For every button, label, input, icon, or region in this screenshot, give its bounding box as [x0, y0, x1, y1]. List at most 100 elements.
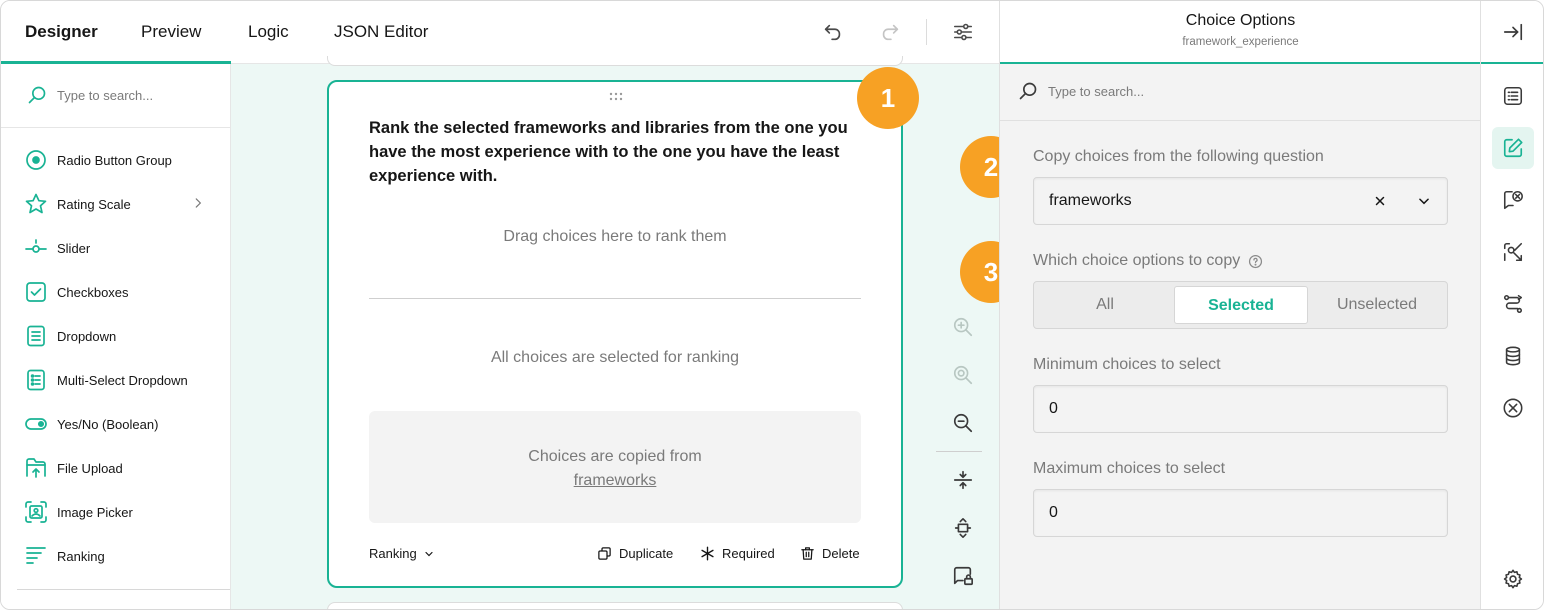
right-sidebar	[1480, 1, 1543, 609]
which-options-label-row: Which choice options to copy	[1033, 252, 1263, 270]
undo-icon[interactable]	[819, 18, 847, 46]
segment-selected[interactable]: Selected	[1174, 286, 1308, 324]
tab-json-editor[interactable]: JSON Editor	[334, 1, 428, 64]
property-search-placeholder: Type to search...	[1048, 84, 1145, 99]
ranking-question-card[interactable]: Rank the selected frameworks and librari…	[327, 80, 903, 588]
boolean-icon	[25, 418, 47, 430]
toolbox-item-label: File Upload	[57, 460, 123, 476]
rating-scale-icon	[25, 193, 47, 214]
tab-designer[interactable]: Designer	[25, 1, 98, 64]
chevron-down-icon	[425, 551, 433, 556]
question-title[interactable]: Rank the selected frameworks and librari…	[369, 116, 859, 188]
collapse-all-icon[interactable]	[949, 466, 977, 494]
delete-label: Delete	[822, 546, 860, 561]
close-circle-icon[interactable]	[1492, 387, 1534, 429]
toolbar-separator	[926, 19, 927, 45]
toolbox-item-slider[interactable]: Slider	[23, 234, 213, 262]
segment-unselected[interactable]: Unselected	[1310, 286, 1444, 324]
toolbox-item-checkboxes[interactable]: Checkboxes	[23, 278, 213, 306]
trash-icon	[801, 547, 814, 560]
ranking-drop-area-text: Drag choices here to rank them	[503, 228, 727, 245]
toolbox-item-image-picker[interactable]: Image Picker	[23, 498, 213, 526]
min-choices-input[interactable]	[1034, 386, 1447, 432]
toolbox-item-rating-scale[interactable]: Rating Scale	[23, 190, 213, 218]
delete-button[interactable]: Delete	[800, 546, 860, 561]
zoom-in-icon[interactable]	[949, 313, 977, 341]
duplicate-label: Duplicate	[619, 546, 674, 561]
settings-sliders-icon[interactable]	[949, 18, 977, 46]
ranking-divider	[369, 298, 861, 299]
toolbox-item-label: Dropdown	[57, 328, 117, 344]
choices-copied-text: Choices are copied from	[528, 448, 702, 465]
top-toolbar: Designer Preview Logic JSON Editor	[1, 1, 999, 64]
toolbox-item-file-upload[interactable]: File Upload	[23, 454, 213, 482]
toolbox-item-label: Image Picker	[57, 504, 133, 520]
toolbox-item-label: Ranking	[57, 548, 105, 564]
conditions-icon[interactable]	[1492, 231, 1534, 273]
redo-icon[interactable]	[876, 18, 904, 46]
question-footer: Ranking Duplicate Required Delete	[369, 546, 861, 566]
toolbox: Type to search... Radio Button Group Rat…	[1, 64, 231, 609]
lock-question-icon[interactable]	[949, 562, 977, 590]
max-choices-label: Maximum choices to select	[1033, 460, 1226, 477]
zoom-out-icon[interactable]	[949, 409, 977, 437]
required-asterisk-icon	[701, 546, 714, 561]
required-toggle[interactable]: Required	[700, 546, 775, 561]
logic-flow-icon[interactable]	[1492, 283, 1534, 325]
copy-choices-value: frameworks	[1049, 192, 1132, 209]
drag-handle-icon[interactable]	[609, 92, 623, 102]
help-icon[interactable]	[1248, 254, 1263, 269]
previous-question-card[interactable]	[327, 56, 903, 66]
question-type-selector[interactable]: Ranking	[369, 546, 435, 561]
required-label: Required	[722, 546, 775, 561]
zoom-to-100-icon[interactable]	[949, 361, 977, 389]
right-sidebar-header	[1481, 1, 1543, 64]
toolbox-item-label: Slider	[57, 240, 91, 256]
max-choices-input[interactable]	[1034, 490, 1447, 536]
which-options-label: Which choice options to copy	[1033, 252, 1241, 269]
toolbox-item-ranking[interactable]: Ranking	[23, 542, 213, 570]
copied-from-question-link[interactable]: frameworks	[574, 472, 657, 489]
toolbox-search-placeholder: Type to search...	[57, 88, 154, 103]
zoom-separator	[936, 451, 982, 452]
segment-all[interactable]: All	[1038, 286, 1172, 324]
general-properties-icon[interactable]	[1492, 75, 1534, 117]
min-choices-label: Minimum choices to select	[1033, 356, 1221, 373]
max-choices-field	[1033, 489, 1448, 537]
property-panel-title: Choice Options	[1185, 12, 1296, 29]
question-type-label: Ranking	[369, 546, 417, 561]
choice-options-icon[interactable]	[1492, 127, 1534, 169]
clear-icon[interactable]	[1374, 195, 1386, 207]
checkboxes-icon	[26, 282, 46, 302]
all-selected-text: All choices are selected for ranking	[490, 349, 740, 366]
toolbox-item-multi-select-dropdown[interactable]: Multi-Select Dropdown	[23, 366, 213, 394]
toolbox-item-boolean[interactable]: Yes/No (Boolean)	[23, 410, 213, 438]
validation-icon[interactable]	[1492, 179, 1534, 221]
data-icon[interactable]	[1492, 335, 1534, 377]
search-icon	[28, 86, 46, 104]
file-upload-icon	[26, 458, 46, 478]
property-panel-subtitle: framework_experience	[1182, 36, 1299, 48]
toolbox-item-radio-button-group[interactable]: Radio Button Group	[23, 146, 213, 174]
toolbox-search[interactable]: Type to search...	[1, 64, 230, 128]
tab-logic[interactable]: Logic	[248, 1, 289, 64]
copy-choices-dropdown[interactable]: frameworks	[1033, 177, 1448, 225]
duplicate-icon	[598, 547, 611, 560]
duplicate-button[interactable]: Duplicate	[597, 546, 673, 561]
next-question-card[interactable]	[327, 602, 903, 609]
choice-options-segmented-control: All Selected Unselected	[1033, 281, 1448, 329]
expand-all-icon[interactable]	[949, 514, 977, 542]
tab-preview[interactable]: Preview	[141, 1, 201, 64]
property-panel: Choice Options framework_experience Type…	[999, 1, 1481, 609]
toolbox-item-dropdown[interactable]: Dropdown	[23, 322, 213, 350]
property-search[interactable]: Type to search...	[1000, 64, 1481, 121]
search-icon	[1019, 82, 1037, 100]
collapse-panel-icon[interactable]	[1492, 11, 1534, 53]
toolbox-item-label: Rating Scale	[57, 196, 131, 212]
toolbox-item-label: Yes/No (Boolean)	[57, 416, 159, 432]
property-panel-header: Choice Options framework_experience	[1000, 1, 1481, 64]
step-badge-1: 1	[857, 67, 919, 129]
gear-icon[interactable]	[1492, 558, 1534, 600]
chevron-down-icon[interactable]	[1417, 194, 1431, 208]
choices-copied-notice: Choices are copied from frameworks	[369, 411, 861, 523]
